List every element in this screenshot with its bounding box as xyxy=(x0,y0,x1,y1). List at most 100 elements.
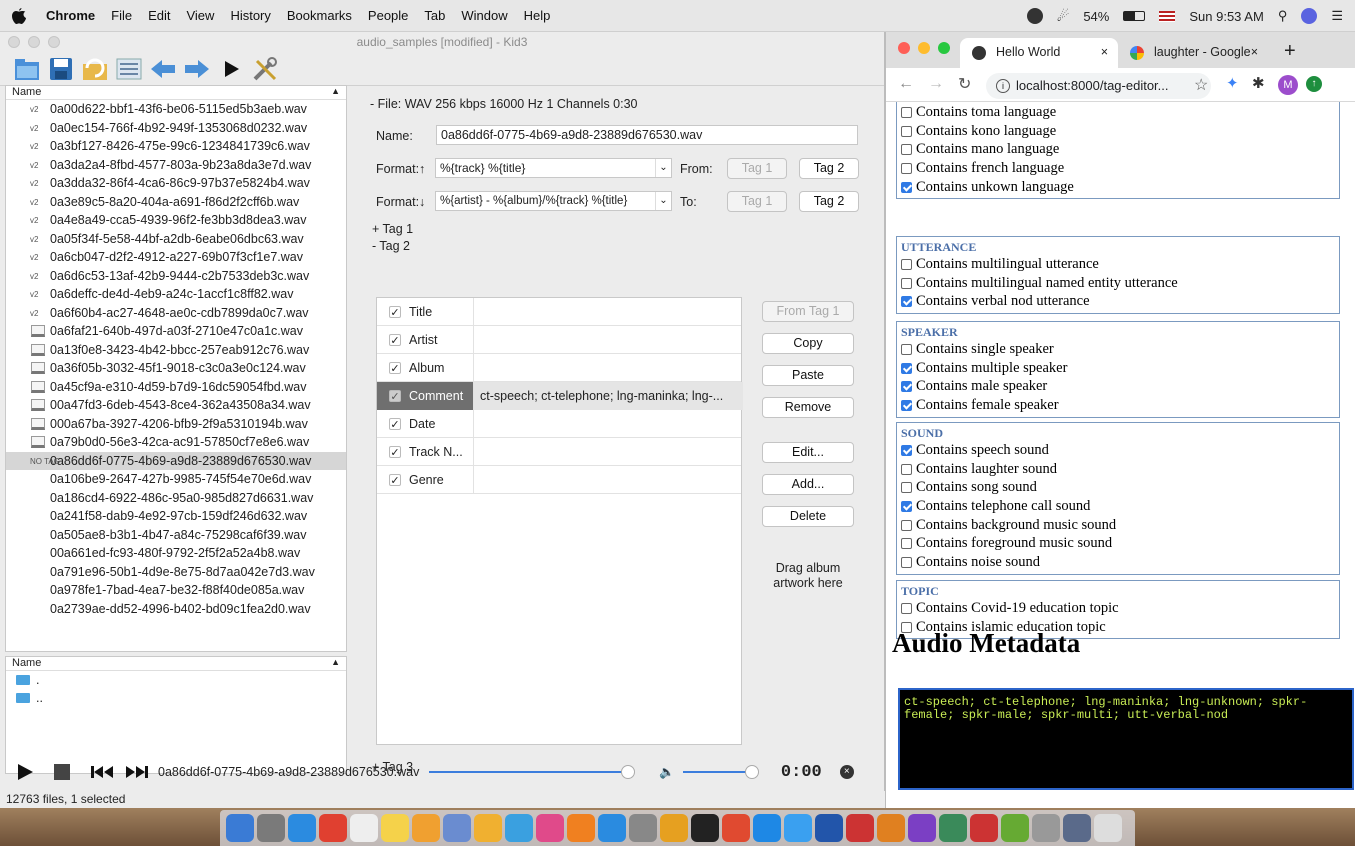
frame-row[interactable]: ✓ Album xyxy=(377,354,741,382)
sort-up-icon[interactable]: ▲ xyxy=(331,657,340,667)
frame-value[interactable]: ct-speech; ct-telephone; lng-maninka; ln… xyxy=(473,382,743,410)
tag-checkbox-item[interactable]: Contains verbal nod utterance xyxy=(901,292,1339,311)
frame-checkbox[interactable]: ✓ xyxy=(389,390,401,403)
file-row[interactable]: 0a6faf21-640b-497d-a03f-2710e47c0a1c.wav xyxy=(6,322,346,341)
checkbox[interactable] xyxy=(901,501,912,513)
tag-checkbox-item[interactable]: Contains background music sound xyxy=(901,516,1339,535)
tab-laughter-google[interactable]: laughter - Google × xyxy=(1118,38,1268,68)
from-tag2-button[interactable]: Tag 2 xyxy=(799,158,859,179)
checkbox[interactable] xyxy=(901,463,912,475)
dock-app-icon[interactable] xyxy=(412,814,440,842)
filename-field[interactable]: 0a86dd6f-0775-4b69-a9d8-23889d676530.wav xyxy=(436,125,858,145)
add-button[interactable]: Add... xyxy=(762,474,854,495)
dock-app-icon[interactable] xyxy=(970,814,998,842)
checkbox[interactable] xyxy=(901,259,912,270)
tag-checkbox-item[interactable]: Contains telephone call sound xyxy=(901,497,1339,516)
file-row[interactable]: 0a505ae8-b3b1-4b47-a84c-75298caf6f39.wav xyxy=(6,526,346,545)
checkbox[interactable] xyxy=(901,400,912,412)
file-row[interactable]: 00a661ed-fc93-480f-9792-2f5f2a52a4b8.wav xyxy=(6,544,346,563)
file-row[interactable]: 0a241f58-dab9-4e92-97cb-159df246d632.wav xyxy=(6,507,346,526)
playlist-icon[interactable] xyxy=(114,54,144,84)
dock-app-icon[interactable] xyxy=(691,814,719,842)
dock-app-icon[interactable] xyxy=(815,814,843,842)
tag-checkbox-item[interactable]: Contains noise sound xyxy=(901,553,1339,572)
close-tab-icon[interactable]: × xyxy=(1251,38,1258,66)
zoom-window-button[interactable] xyxy=(938,42,950,54)
format-down-select[interactable]: %{artist} - %{album}/%{track} %{title} ⌄ xyxy=(435,191,672,211)
tag-checkbox-item[interactable]: Contains song sound xyxy=(901,478,1339,497)
volume-slider-handle[interactable] xyxy=(744,765,759,779)
back-icon[interactable]: ← xyxy=(898,75,914,93)
next-file-icon[interactable] xyxy=(182,54,212,84)
frame-row[interactable]: ✓ Track N... xyxy=(377,438,741,466)
frame-row[interactable]: ✓ Artist xyxy=(377,326,741,354)
frame-checkbox[interactable]: ✓ xyxy=(389,418,401,431)
volume-slider[interactable] xyxy=(682,765,759,779)
checkbox[interactable] xyxy=(901,482,912,494)
clock-label[interactable]: Sun 9:53 AM xyxy=(1189,9,1263,24)
file-row[interactable]: 0a36f05b-3032-45f1-9018-c3c0a3e0c124.wav xyxy=(6,359,346,378)
edit-button[interactable]: Edit... xyxy=(762,442,854,463)
tag-checkbox-item[interactable]: Contains multilingual named entity utter… xyxy=(901,274,1339,293)
frame-value[interactable] xyxy=(473,410,743,438)
play-icon[interactable] xyxy=(216,54,246,84)
settings-tools-icon[interactable] xyxy=(250,54,280,84)
tag-checkbox-item[interactable]: Contains speech sound xyxy=(901,441,1339,460)
status-app-icon[interactable] xyxy=(1026,8,1043,24)
reload-icon[interactable]: ↻ xyxy=(958,74,971,94)
frame-row[interactable]: ✓ Comment ct-speech; ct-telephone; lng-man… xyxy=(377,382,743,410)
menu-view[interactable]: View xyxy=(186,8,214,23)
file-row[interactable]: 0a978fe1-7bad-4ea7-be32-f88f40de085a.wav xyxy=(6,581,346,600)
menu-help[interactable]: Help xyxy=(524,8,551,23)
menu-window[interactable]: Window xyxy=(461,8,507,23)
checkbox[interactable] xyxy=(901,277,912,289)
file-row[interactable]: 00a47fd3-6deb-4543-8ce4-362a43508a34.wav xyxy=(6,396,346,415)
frame-checkbox[interactable]: ✓ xyxy=(389,334,401,347)
battery-icon[interactable] xyxy=(1123,11,1146,21)
dock-app-icon[interactable] xyxy=(505,814,533,842)
tag-checkbox-item[interactable]: Contains kono language xyxy=(901,122,1339,141)
paste-button[interactable]: Paste xyxy=(762,365,854,386)
file-row[interactable]: v2 0a3dda32-86f4-4ca6-86c9-97b37e5824b4.w… xyxy=(6,174,346,193)
file-row[interactable]: v2 0a05f34f-5e58-44bf-a2db-6eabe06dbc63.w… xyxy=(6,230,346,249)
file-row[interactable]: 0a186cd4-6922-486c-95a0-985d827d6631.wav xyxy=(6,489,346,508)
dock-app-icon[interactable] xyxy=(1032,814,1060,842)
frame-checkbox[interactable]: ✓ xyxy=(389,474,401,487)
to-tag1-button[interactable]: Tag 1 xyxy=(727,191,787,212)
format-up-select[interactable]: %{track} %{title} ⌄ xyxy=(435,158,672,178)
frame-value[interactable] xyxy=(473,326,743,354)
dock-app-icon[interactable] xyxy=(660,814,688,842)
puzzle-icon[interactable]: ✱ xyxy=(1252,74,1265,92)
dock-app-icon[interactable] xyxy=(753,814,781,842)
checkbox[interactable] xyxy=(901,445,912,456)
dock-app-icon[interactable] xyxy=(1001,814,1029,842)
dock-app-icon[interactable] xyxy=(598,814,626,842)
flag-icon[interactable] xyxy=(1159,10,1176,22)
file-row[interactable]: 0a106be9-2647-427b-9985-745f54e70e6d.wav xyxy=(6,470,346,489)
checkbox[interactable] xyxy=(901,125,912,137)
frame-row[interactable]: ✓ Date xyxy=(377,410,741,438)
frame-checkbox[interactable]: ✓ xyxy=(389,446,401,459)
frame-row[interactable]: ✓ Genre xyxy=(377,466,741,494)
forward-icon[interactable]: → xyxy=(928,75,944,93)
tag-checkbox-item[interactable]: Contains single speaker xyxy=(901,340,1339,359)
checkbox[interactable] xyxy=(901,344,912,355)
notification-center-icon[interactable]: ☰ xyxy=(1331,8,1343,24)
play-icon[interactable] xyxy=(16,763,34,781)
close-player-icon[interactable]: × xyxy=(839,765,854,779)
file-row[interactable]: v2 0a4e8a49-cca5-4939-96f2-fe3bb3d8dea3.w… xyxy=(6,211,346,230)
file-list-header[interactable]: Name ▲ xyxy=(6,86,346,100)
tag-checkbox-item[interactable]: Contains toma language xyxy=(901,103,1339,122)
minimize-window-button[interactable] xyxy=(918,42,930,54)
menu-file[interactable]: File xyxy=(111,8,132,23)
checkbox[interactable] xyxy=(901,181,912,193)
file-row[interactable]: v2 0a3da2a4-8fbd-4577-803a-9b23a8da3e7d.w… xyxy=(6,156,346,175)
file-row[interactable]: 000a67ba-3927-4206-bfb9-2f9a5310194b.wav xyxy=(6,415,346,434)
to-tag2-button[interactable]: Tag 2 xyxy=(799,191,859,212)
close-tab-icon[interactable]: × xyxy=(1101,38,1108,66)
dock-app-icon[interactable] xyxy=(784,814,812,842)
file-row[interactable]: 0a2739ae-dd52-4996-b402-bd09c1fea2d0.wav xyxy=(6,600,346,619)
wifi-icon[interactable]: ☄ xyxy=(1057,8,1070,25)
url-field[interactable]: i localhost:8000/tag-editor... xyxy=(986,73,1211,99)
file-row[interactable]: v2 0a0ec154-766f-4b92-949f-1353068d0232.w… xyxy=(6,119,346,138)
